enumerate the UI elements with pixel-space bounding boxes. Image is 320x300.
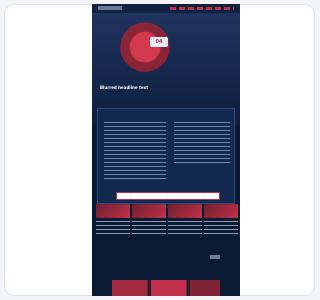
section-images[interactable] <box>112 280 220 296</box>
article-text <box>204 221 238 237</box>
article-text <box>168 221 202 237</box>
article-card[interactable] <box>96 204 130 248</box>
dialog-side-text <box>174 122 230 164</box>
nav-links[interactable] <box>170 7 234 10</box>
hero-badge: 04 <box>150 37 168 47</box>
hero-illustration <box>114 21 176 79</box>
article-image <box>132 204 166 218</box>
article-image <box>96 204 130 218</box>
article-image <box>168 204 202 218</box>
dialog-button-bar <box>116 192 220 200</box>
article-image <box>204 204 238 218</box>
cookie-consent-dialog <box>97 108 235 204</box>
logo-icon <box>98 6 122 10</box>
article-cards <box>92 204 240 248</box>
article-text <box>96 221 130 237</box>
article-card[interactable] <box>168 204 202 248</box>
pagination[interactable] <box>210 255 220 259</box>
article-card[interactable] <box>132 204 166 248</box>
top-navigation <box>92 4 240 13</box>
article-text <box>132 221 166 237</box>
article-card[interactable] <box>204 204 238 248</box>
website-screenshot: 04 Blurred headline text <box>92 4 240 296</box>
dialog-body-text <box>104 122 166 182</box>
hero-headline: Blurred headline text <box>100 85 149 90</box>
